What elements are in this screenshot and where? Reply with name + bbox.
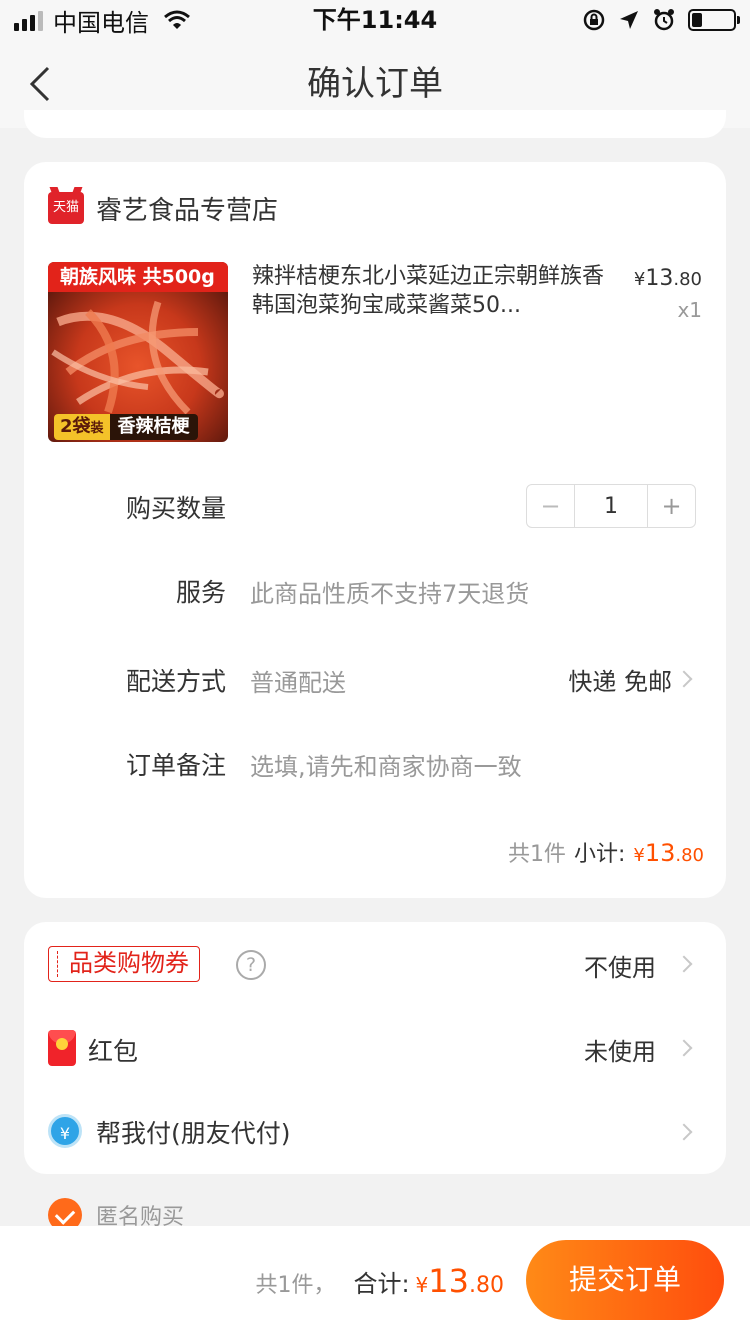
redpacket-value[interactable]: 未使用: [584, 1032, 656, 1067]
remark-input[interactable]: 选填,请先和商家协商一致: [250, 747, 522, 782]
status-icons: [582, 4, 740, 36]
product-title[interactable]: 辣拌桔梗东北小菜延边正宗朝鲜族香韩国泡菜狗宝咸菜酱菜50...: [252, 262, 612, 320]
battery-icon: [688, 9, 740, 31]
chevron-right-icon[interactable]: [675, 670, 693, 688]
subtotal-integer: 13: [644, 839, 676, 867]
friend-pay-icon: ¥: [48, 1114, 82, 1148]
delivery-method[interactable]: 普通配送: [250, 663, 346, 698]
subtotal: 共1件 小计: ¥13.80: [508, 836, 704, 868]
price-integer: 13: [645, 266, 674, 291]
quantity-stepper[interactable]: − 1 +: [526, 484, 696, 528]
battery-fill: [692, 13, 702, 27]
price-decimal: .80: [673, 269, 702, 290]
image-tag-unit: 装: [90, 421, 104, 436]
status-bar: 中国电信 下午11:44: [0, 0, 750, 40]
redpacket-row[interactable]: 红包 未使用: [24, 1006, 726, 1090]
location-arrow-icon: [620, 11, 638, 29]
subtotal-amount: ¥13.80: [633, 839, 704, 867]
total-amount: ¥13.80: [416, 1262, 504, 1300]
coupon-value[interactable]: 不使用: [584, 948, 656, 983]
redpacket-label: 红包: [88, 1037, 139, 1066]
shop-header[interactable]: 天猫 睿艺食品专营店: [48, 190, 278, 226]
increase-button[interactable]: +: [647, 485, 695, 527]
total-currency: ¥: [415, 1273, 429, 1297]
friend-pay-row[interactable]: ¥ 帮我付(朋友代付): [24, 1090, 726, 1174]
chevron-right-icon[interactable]: [675, 1039, 693, 1057]
order-total: 共1件， 合计: ¥13.80: [255, 1262, 504, 1300]
total-count: 共1件，: [255, 1273, 336, 1298]
tmall-icon: 天猫: [48, 192, 84, 224]
total-label: 合计:: [353, 1270, 410, 1298]
help-icon[interactable]: ?: [236, 950, 266, 980]
image-banner-text: 朝族风味 共500g: [48, 262, 228, 292]
friend-pay-label: 帮我付(朋友代付): [96, 1119, 291, 1148]
red-packet-icon: [48, 1030, 76, 1066]
coupon-ticket-icon: 品类购物券: [48, 946, 200, 982]
price-currency: ¥: [633, 269, 646, 290]
remark-label: 订单备注: [125, 751, 226, 780]
submit-order-button[interactable]: 提交订单: [526, 1240, 724, 1320]
previous-card-edge: [24, 110, 726, 138]
service-label: 服务: [175, 578, 226, 607]
shop-name: 睿艺食品专营店: [96, 195, 279, 226]
subtotal-label: 小计:: [573, 842, 626, 867]
quantity-value[interactable]: 1: [575, 485, 647, 527]
image-tag-count: 2袋装: [54, 414, 110, 440]
total-integer: 13: [428, 1262, 469, 1300]
chevron-right-icon[interactable]: [675, 955, 693, 973]
decrease-button[interactable]: −: [527, 485, 575, 527]
subtotal-count: 共1件: [507, 842, 566, 867]
order-card: 天猫 睿艺食品专营店 朝族风味 共500g 2袋装 香辣桔梗 辣拌桔梗东北小菜延…: [24, 162, 726, 898]
service-value: 此商品性质不支持7天退货: [250, 580, 530, 608]
delivery-label: 配送方式: [125, 667, 226, 696]
coupon-row[interactable]: 品类购物券 ? 不使用: [24, 922, 726, 1006]
image-bottom-tag: 2袋装 香辣桔梗: [54, 414, 198, 440]
product-quantity: x1: [677, 298, 702, 322]
subtotal-currency: ¥: [633, 845, 645, 866]
subtotal-decimal: .80: [675, 845, 704, 866]
chevron-right-icon[interactable]: [675, 1123, 693, 1141]
payment-options-card: 品类购物券 ? 不使用 红包 未使用 ¥ 帮我付(朋友代付): [24, 922, 726, 1174]
alarm-icon: [654, 9, 674, 31]
total-decimal: .80: [469, 1273, 504, 1298]
product-image[interactable]: 朝族风味 共500g 2袋装 香辣桔梗: [48, 262, 228, 442]
product-price: ¥13.80: [634, 266, 702, 291]
image-tag-name: 香辣桔梗: [109, 414, 198, 440]
delivery-option[interactable]: 快递 免邮: [568, 662, 672, 697]
quantity-label: 购买数量: [125, 494, 226, 523]
checkout-bar: 共1件， 合计: ¥13.80 提交订单: [0, 1226, 750, 1334]
image-tag-count-text: 2袋: [60, 416, 91, 437]
rotation-lock-icon: [583, 9, 605, 31]
